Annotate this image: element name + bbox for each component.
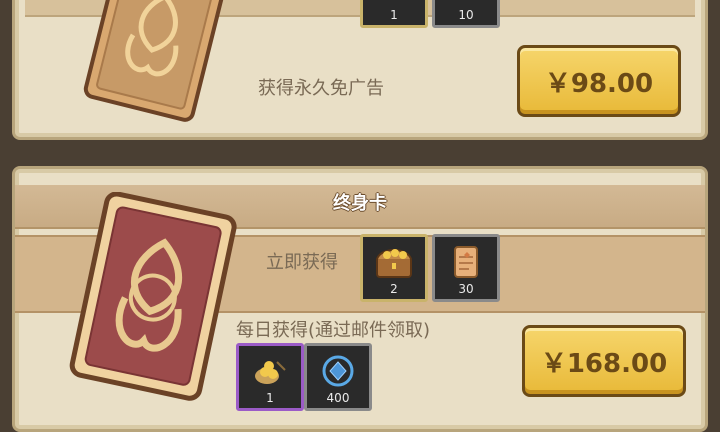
- daily-label: 每日获得(通过邮件领取): [236, 320, 431, 341]
- price-label: ￥98.00: [544, 69, 654, 99]
- treasure-chest-icon: [376, 249, 412, 278]
- reward-count: 30: [458, 282, 474, 296]
- reward-slot[interactable]: 1: [360, 0, 428, 28]
- reward-count: 2: [390, 282, 398, 296]
- reward-slot[interactable]: 10: [432, 0, 500, 28]
- card-back-brown-icon: [83, 0, 228, 122]
- immediate-label: 立即获得: [266, 252, 338, 273]
- buy-ad-free-button[interactable]: ￥98.00: [517, 45, 681, 117]
- benefit-text: 获得永久免广告: [258, 78, 384, 99]
- reward-count: 400: [326, 391, 350, 405]
- buy-lifetime-card-button[interactable]: ￥168.00: [522, 325, 686, 397]
- reward-slot[interactable]: 1: [236, 343, 304, 411]
- card-back-red-icon: [69, 192, 237, 401]
- reward-slot[interactable]: 30: [432, 234, 500, 302]
- reward-count: 1: [390, 8, 398, 22]
- reward-slot[interactable]: 400: [304, 343, 372, 411]
- reward-count: 10: [458, 8, 474, 22]
- scroll-icon: [454, 246, 478, 278]
- reward-count: 1: [266, 391, 274, 405]
- price-label: ￥168.00: [540, 349, 668, 379]
- blue-gem-icon: [322, 355, 354, 387]
- gold-nuggets-icon: [255, 361, 286, 384]
- reward-slot[interactable]: 2: [360, 234, 428, 302]
